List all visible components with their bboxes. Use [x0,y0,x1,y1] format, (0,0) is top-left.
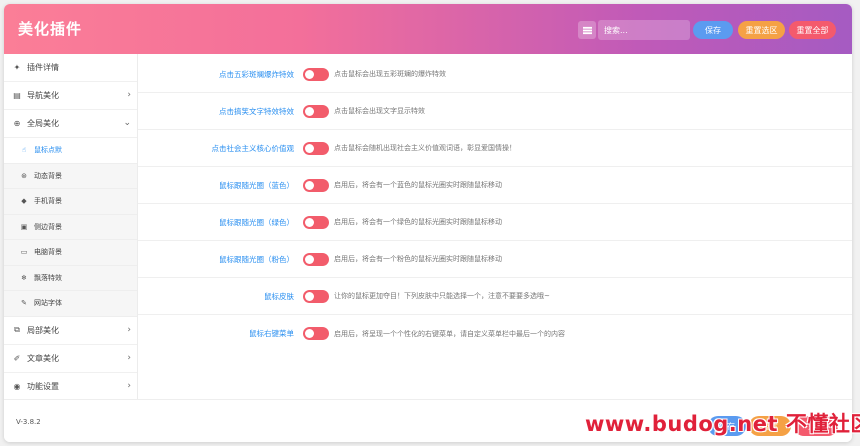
site-watermark: www.budog.net 不懂社区 [585,412,860,436]
nav-list-icon: ▤ [13,91,21,100]
edit-icon: ✐ [13,353,21,363]
setting-description: 点击鼠标会出现文字显示特效 [334,107,425,115]
toggle-knob [305,106,314,116]
sidebar-subitem-side-bg[interactable]: ▣ 侧边背景 [4,214,137,240]
list-icon [582,26,592,34]
sidebar-subitem-mouse-click[interactable]: ☝ 鼠标点默 [4,138,137,164]
brush-icon: ✎ [21,299,27,308]
setting-description: 启用后，将会有一个蓝色的鼠标光圈实时跟随鼠标移动 [334,181,502,189]
sidebar-subitem-pc-bg[interactable]: ▭ 电脑背景 [4,240,137,266]
search-toggle-button[interactable] [578,21,596,39]
setting-label: 鼠标右键菜单 [249,329,294,338]
setting-row: 鼠标跟随光圈（绿色） 启用后，将会有一个绿色的鼠标光圈实时跟随鼠标移动 [138,204,852,241]
sidebar: ✦ 插件详情 ▤ 导航美化 › ⊕ 全局美化 ⌄ ☝ 鼠标点默 ⊛ 动态背景 ◆… [4,54,138,401]
reset-selected-button[interactable]: 重置选区 [738,21,785,39]
sidebar-item-global-beautify[interactable]: ⊕ 全局美化 ⌄ [4,110,137,138]
setting-row: 点击社会主义核心价值观 点击鼠标会随机出现社会主义价值观词语，彰显爱国情操！ [138,130,852,167]
setting-description: 点击鼠标会出现五彩斑斓的爆炸特效 [334,70,446,78]
sidebar-subitem-label: 鼠标点默 [34,146,62,155]
sidebar-subitem-dynamic-bg[interactable]: ⊛ 动态背景 [4,163,137,189]
toggle-knob [305,180,314,190]
chevron-right-icon: › [127,380,131,391]
setting-toggle[interactable] [303,327,329,340]
setting-row: 鼠标右键菜单 启用后，将呈现一个个性化的右键菜单，请自定义菜单栏中最后一个的内容 [138,315,852,352]
setting-label: 点击社会主义核心价值观 [211,143,295,153]
plugin-icon: ✦ [13,63,21,72]
sidebar-item-function-settings[interactable]: ◉ 功能设置 › [4,373,137,401]
sidebar-item-label: 功能设置 [27,381,59,391]
toggle-knob [305,217,314,227]
pointer-hand-icon: ☝ [21,146,27,155]
sidebar-item-label: 全局美化 [27,119,59,128]
setting-label: 点击搞笑文字特效特效 [219,106,294,116]
dynamic-bg-icon: ⊛ [21,171,27,180]
sidebar-item-label: 插件详情 [27,63,59,72]
setting-description: 启用后，将会有一个粉色的鼠标光圈实时跟随鼠标移动 [334,255,502,263]
sidebar-subitem-mobile-bg[interactable]: ◆ 手机背景 [4,189,137,215]
setting-description: 点击鼠标会随机出现社会主义价值观词语，彰显爱国情操！ [334,144,516,152]
setting-label: 点击五彩斑斓爆炸特效 [219,69,294,79]
search-input[interactable] [598,20,690,40]
setting-row: 点击五彩斑斓爆炸特效 点击鼠标会出现五彩斑斓的爆炸特效 [138,56,852,93]
setting-label: 鼠标跟随光圈（绿色） [219,217,294,227]
setting-label: 鼠标皮肤 [264,291,294,301]
chevron-right-icon: › [127,324,131,335]
sidebar-item-article-beautify[interactable]: ✐ 文章美化 › [4,345,137,373]
image-icon: ▣ [20,222,28,231]
setting-toggle[interactable] [303,141,329,155]
plugin-panel: 美化插件 保存 重置选区 重置全部 ✦ 插件详情 ▤ 导航美化 › ⊕ 全局美化… [4,4,852,442]
header-bar: 美化插件 保存 重置选区 重置全部 [4,4,852,54]
page-title: 美化插件 [18,20,83,38]
sidebar-item-label: 导航美化 [27,91,59,100]
toggle-knob [305,291,314,301]
version-label: V-3.8.2 [16,418,41,426]
layout-icon: ⧉ [14,325,20,334]
setting-row: 鼠标皮肤 让你的鼠标更加夺目！下列皮肤中只能选择一个，注意不要要多选哦~ [138,278,852,315]
setting-label: 鼠标跟随光圈（粉色） [219,254,294,264]
sidebar-item-plugin-details[interactable]: ✦ 插件详情 [4,54,137,82]
sidebar-subitem-label: 电脑背景 [34,248,62,257]
setting-row: 鼠标跟随光圈（蓝色） 启用后，将会有一个蓝色的鼠标光圈实时跟随鼠标移动 [138,167,852,204]
setting-description: 启用后，将呈现一个个性化的右键菜单，请自定义菜单栏中最后一个的内容 [334,329,565,338]
settings-icon: ◉ [13,381,21,391]
chevron-right-icon: › [127,90,131,100]
setting-description: 让你的鼠标更加夺目！下列皮肤中只能选择一个，注意不要要多选哦~ [334,292,550,300]
sidebar-subitem-label: 飘落特效 [34,273,62,282]
settings-content: 点击五彩斑斓爆炸特效 点击鼠标会出现五彩斑斓的爆炸特效 点击搞笑文字特效特效 点… [138,54,852,399]
setting-toggle[interactable] [303,289,329,303]
setting-toggle[interactable] [303,252,329,266]
setting-row: 点击搞笑文字特效特效 点击鼠标会出现文字显示特效 [138,93,852,130]
reset-all-button[interactable]: 重置全部 [789,21,836,39]
sidebar-item-nav-beautify[interactable]: ▤ 导航美化 › [4,82,137,110]
setting-toggle[interactable] [303,215,329,229]
setting-label: 鼠标跟随光圈（蓝色） [219,180,294,190]
setting-toggle[interactable] [303,104,329,118]
toggle-knob [305,254,314,264]
sidebar-subitem-site-font[interactable]: ✎ 网站字体 [4,291,137,317]
setting-description: 启用后，将会有一个绿色的鼠标光圈实时跟随鼠标移动 [334,218,502,226]
snowflake-icon: ❄ [21,273,27,282]
setting-toggle[interactable] [303,67,329,81]
setting-row: 鼠标跟随光圈（粉色） 启用后，将会有一个粉色的鼠标光圈实时跟随鼠标移动 [138,241,852,278]
sidebar-item-local-beautify[interactable]: ⧉ 局部美化 › [4,317,137,345]
toggle-knob [305,329,314,338]
sidebar-subitem-label: 动态背景 [34,171,62,180]
save-button[interactable]: 保存 [693,21,733,39]
setting-toggle[interactable] [303,178,329,192]
monitor-icon: ▭ [20,248,28,257]
sidebar-subitem-label: 侧边背景 [34,222,62,231]
sidebar-subitem-falling-effect[interactable]: ❄ 飘落特效 [4,265,137,291]
sidebar-item-label: 局部美化 [27,325,59,335]
sidebar-subitem-label: 网站字体 [34,299,62,308]
toggle-knob [305,69,314,79]
sidebar-subitem-label: 手机背景 [34,197,62,206]
chevron-down-icon: ⌄ [123,118,131,128]
chevron-right-icon: › [127,352,131,363]
globe-icon: ⊕ [13,119,21,128]
mobile-icon: ◆ [21,197,27,206]
toggle-knob [305,143,314,153]
sidebar-item-label: 文章美化 [27,353,59,363]
